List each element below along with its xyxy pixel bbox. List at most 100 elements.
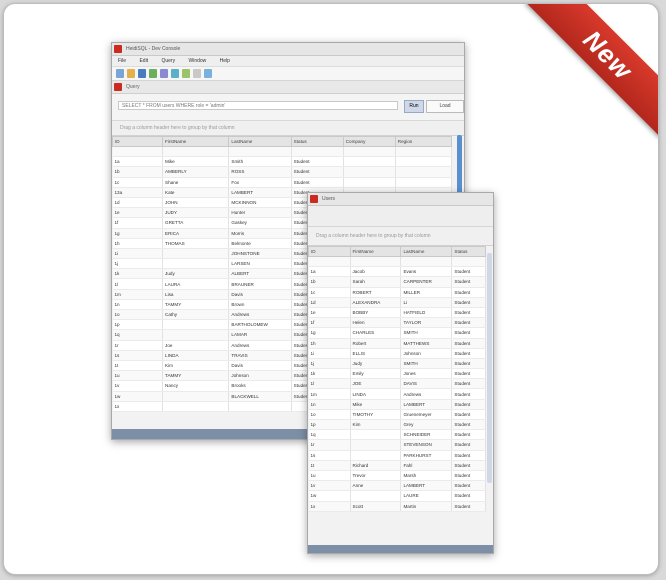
table-cell: Nancy	[162, 380, 230, 392]
table-row[interactable]: 1s PARKHURST Student	[308, 450, 486, 461]
table-cell: 1v	[112, 380, 164, 392]
menu-query[interactable]: Query	[161, 58, 175, 64]
table-cell: ROBERT	[350, 287, 402, 298]
table-row[interactable]: 1q SCHNEIDER Student	[308, 429, 486, 441]
table-cell: 1b	[308, 276, 351, 288]
table-cell: Kate	[162, 187, 230, 198]
table-row[interactable]: 1l JOE DAVIS Student	[308, 378, 486, 390]
run-button[interactable]: Run	[404, 100, 424, 113]
table-row[interactable]: 1a Jacob Evans Student	[308, 266, 486, 278]
save-icon[interactable]	[138, 69, 146, 78]
table-cell: 1k	[112, 268, 164, 280]
table-cell: GRETTA	[162, 217, 230, 229]
table-row[interactable]: 1m LINDA Andrews Student	[308, 388, 486, 400]
table-cell: Hunter	[228, 207, 292, 219]
users-vertical-scrollbar[interactable]	[487, 253, 492, 483]
table-cell: Student	[451, 419, 486, 431]
table-row[interactable]: 1f Helen TAYLOR Student	[308, 317, 486, 329]
table-row[interactable]: 1i ELLIS Johnson Student	[308, 348, 486, 359]
table-cell: BARTHOLOMEW	[228, 319, 292, 331]
menu-file[interactable]: File	[118, 58, 126, 64]
menu-bar: File Edit Query Window Help	[112, 56, 464, 67]
table-cell: 1s	[308, 450, 351, 461]
table-row[interactable]: 1k Emily Jones Student	[308, 368, 486, 380]
table-cell: Robert	[350, 338, 402, 349]
table-cell: Student	[451, 317, 486, 329]
new-icon[interactable]	[116, 69, 124, 78]
table-cell: Shane	[162, 177, 230, 188]
load-button[interactable]: Load	[426, 100, 464, 113]
table-icon[interactable]	[171, 69, 179, 78]
table-cell: Lisa	[162, 289, 230, 300]
table-row[interactable]: 1r STEVENSON Student	[308, 439, 486, 451]
table-cell	[343, 146, 396, 158]
table-cell: 1k	[308, 368, 351, 380]
table-cell: Evans	[400, 266, 453, 278]
table-row[interactable]	[308, 256, 486, 268]
table-cell: Student	[451, 276, 486, 288]
refresh-icon[interactable]	[149, 69, 157, 78]
table-row[interactable]: 1b AMBERLY ROSS Student	[112, 166, 453, 178]
table-cell: AMBERLY	[162, 166, 230, 178]
table-cell: 1c	[112, 177, 164, 188]
table-cell: Student	[451, 460, 486, 471]
query-tab-label[interactable]: Query	[126, 84, 140, 90]
table-cell: 1g	[112, 228, 164, 239]
table-cell: Andrews	[228, 340, 292, 351]
table-row[interactable]: 1c ROBERT MILLER Student	[308, 287, 486, 298]
table-row[interactable]: 1t Richard Fahl Student	[308, 460, 486, 471]
table-row[interactable]: 1a Mike Smith Student	[112, 156, 453, 168]
table-row[interactable]: 1c Shane Fox Student	[112, 177, 453, 188]
table-cell: BLACKWELL	[228, 391, 292, 402]
database-icon[interactable]	[160, 69, 168, 78]
column-header[interactable]: FirstName	[349, 246, 402, 257]
menu-edit[interactable]: Edit	[139, 58, 148, 64]
table-row[interactable]: 1o TIMOTHY Gruenemeyer Student	[308, 409, 486, 421]
table-cell: 1f	[308, 317, 351, 329]
table-row[interactable]: 1d ALEXANDRA Li Student	[308, 297, 486, 308]
menu-window[interactable]: Window	[188, 58, 206, 64]
settings-icon[interactable]	[193, 69, 201, 78]
column-header[interactable]: LastName	[228, 136, 292, 147]
table-cell: JOHN	[162, 197, 230, 209]
table-row[interactable]: 1p Kim Grey Student	[308, 419, 486, 431]
column-header[interactable]: Company	[342, 136, 396, 147]
export-icon[interactable]	[182, 69, 190, 78]
table-cell: Emily	[350, 368, 402, 380]
table-row[interactable]: 1x Scott Martin Student	[308, 501, 486, 512]
table-row[interactable]: 1g CHARLES SMITH Student	[308, 327, 486, 339]
table-cell: 1t	[112, 360, 164, 372]
menu-help[interactable]: Help	[220, 58, 230, 64]
query-input[interactable]: SELECT * FROM users WHERE role = 'admin'	[118, 101, 398, 110]
table-row[interactable]: 1j Judy SMITH Student	[308, 358, 486, 370]
table-cell: 1x	[112, 401, 164, 412]
table-cell: Li	[400, 297, 453, 308]
column-header[interactable]: FirstName	[162, 136, 230, 147]
table-cell: 13a	[112, 187, 164, 198]
column-header[interactable]: Status	[290, 136, 344, 147]
table-row[interactable]: 1h Robert MATTHEWS Student	[308, 338, 486, 349]
users-grid[interactable]: ID FirstName LastName Status 1a Jacob Evans Stu…	[308, 246, 486, 512]
table-cell: TRAVIS	[228, 350, 292, 361]
column-header[interactable]: Region	[394, 136, 453, 147]
column-header[interactable]: ID	[112, 136, 164, 147]
table-row[interactable]: 1w LAURE Student	[308, 490, 486, 502]
table-cell	[395, 146, 453, 158]
table-cell: 1l	[308, 378, 351, 390]
table-cell: Mike	[350, 399, 402, 410]
column-header[interactable]: ID	[308, 246, 351, 257]
column-header[interactable]: LastName	[400, 246, 453, 257]
column-header[interactable]: Status	[451, 246, 486, 257]
table-row[interactable]: 1u Trevor Marsh Student	[308, 470, 486, 482]
table-row[interactable]: 1v Anne LAMBERT Student	[308, 480, 486, 492]
table-row[interactable]: 1n Mike LAMBERT Student	[308, 399, 486, 410]
table-cell	[350, 429, 402, 441]
open-folder-icon[interactable]	[127, 69, 135, 78]
table-cell: LARSEN	[228, 258, 292, 270]
table-row[interactable]: 1b Sarah CARPENTER Student	[308, 276, 486, 288]
table-row[interactable]	[112, 146, 453, 158]
help-icon[interactable]	[204, 69, 212, 78]
table-cell	[112, 146, 164, 158]
table-row[interactable]: 1e BOBBY HATFIELD Student	[308, 307, 486, 319]
table-cell	[228, 146, 292, 158]
